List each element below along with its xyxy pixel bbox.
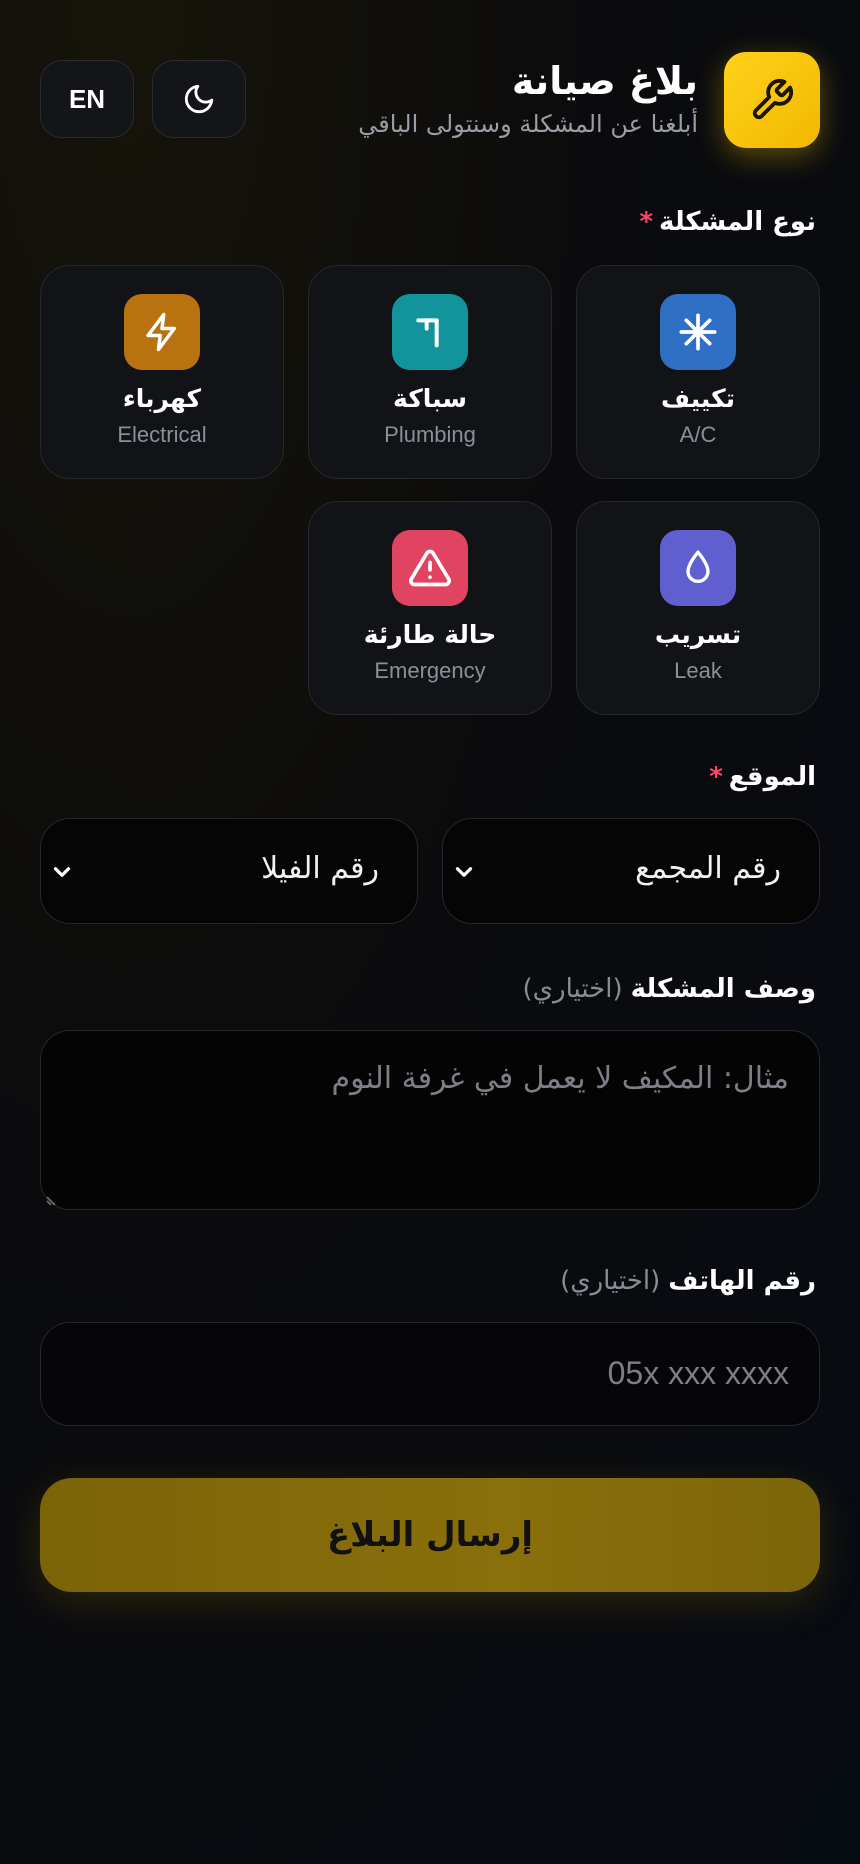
description-placeholder: مثال: المكيف لا يعمل في غرفة النوم <box>331 1061 790 1096</box>
villa-select-value: رقم الفيلا <box>261 851 379 886</box>
theme-toggle-button[interactable] <box>152 60 246 138</box>
phone-label: رقم الهاتف(اختياري) <box>560 1264 816 1298</box>
category-en-label: Electrical <box>117 422 207 447</box>
submit-button[interactable]: إرسال البلاغ <box>40 1478 820 1592</box>
wrench-icon <box>724 52 820 148</box>
optional-mark: (اختياري) <box>560 1266 661 1296</box>
category-en-label: A/C <box>679 422 717 447</box>
problem-type-label: نوع المشكلة* <box>639 205 816 239</box>
category-ar-label: تسريب <box>654 620 742 649</box>
warning-icon <box>392 530 468 606</box>
lightning-icon <box>124 294 200 370</box>
category-en-label: Leak <box>674 658 722 683</box>
moon-icon <box>184 84 214 114</box>
phone-placeholder: 05x xxx xxxx <box>607 1355 789 1391</box>
page-title: بلاغ صيانة <box>511 59 698 103</box>
description-label-text: وصف المشكلة <box>630 974 816 1004</box>
description-textarea[interactable]: مثال: المكيف لا يعمل في غرفة النوم <box>40 1030 820 1210</box>
compound-select-value: رقم المجمع <box>635 851 781 886</box>
category-ac[interactable]: تكييف A/C <box>576 265 820 479</box>
category-ar-label: كهرباء <box>122 384 202 413</box>
phone-input[interactable]: 05x xxx xxxx <box>40 1322 820 1426</box>
language-toggle-button[interactable]: EN <box>40 60 134 138</box>
resize-grip-icon[interactable] <box>45 1191 59 1205</box>
droplet-icon <box>660 530 736 606</box>
category-plumbing[interactable]: سباكة Plumbing <box>308 265 552 479</box>
category-leak[interactable]: تسريب Leak <box>576 501 820 715</box>
pipe-icon <box>392 294 468 370</box>
problem-type-label-text: نوع المشكلة <box>659 207 816 237</box>
category-emergency[interactable]: حالة طارئة Emergency <box>308 501 552 715</box>
description-label: وصف المشكلة(اختياري) <box>523 972 816 1006</box>
location-label: الموقع* <box>709 760 816 794</box>
required-mark: * <box>639 207 654 237</box>
maintenance-report-page: بلاغ صيانة أبلغنا عن المشكلة وسنتولى الب… <box>40 0 820 1864</box>
chevron-down-icon <box>53 867 71 877</box>
category-ar-label: سباكة <box>393 384 467 413</box>
compound-select[interactable]: رقم المجمع <box>442 818 820 924</box>
location-label-text: الموقع <box>728 762 816 792</box>
required-mark: * <box>709 762 723 792</box>
category-ar-label: تكييف <box>660 384 736 413</box>
category-en-label: Plumbing <box>384 422 476 447</box>
category-ar-label: حالة طارئة <box>363 620 497 649</box>
header: بلاغ صيانة أبلغنا عن المشكلة وسنتولى الب… <box>40 52 820 148</box>
category-en-label: Emergency <box>374 658 486 683</box>
phone-label-text: رقم الهاتف <box>668 1266 816 1296</box>
villa-select[interactable]: رقم الفيلا <box>40 818 418 924</box>
header-titles: بلاغ صيانة أبلغنا عن المشكلة وسنتولى الب… <box>358 56 698 140</box>
optional-mark: (اختياري) <box>522 974 623 1004</box>
chevron-down-icon <box>455 867 473 877</box>
category-electrical[interactable]: كهرباء Electrical <box>40 265 284 479</box>
snowflake-icon <box>660 294 736 370</box>
page-subtitle: أبلغنا عن المشكلة وسنتولى الباقي <box>358 110 698 138</box>
